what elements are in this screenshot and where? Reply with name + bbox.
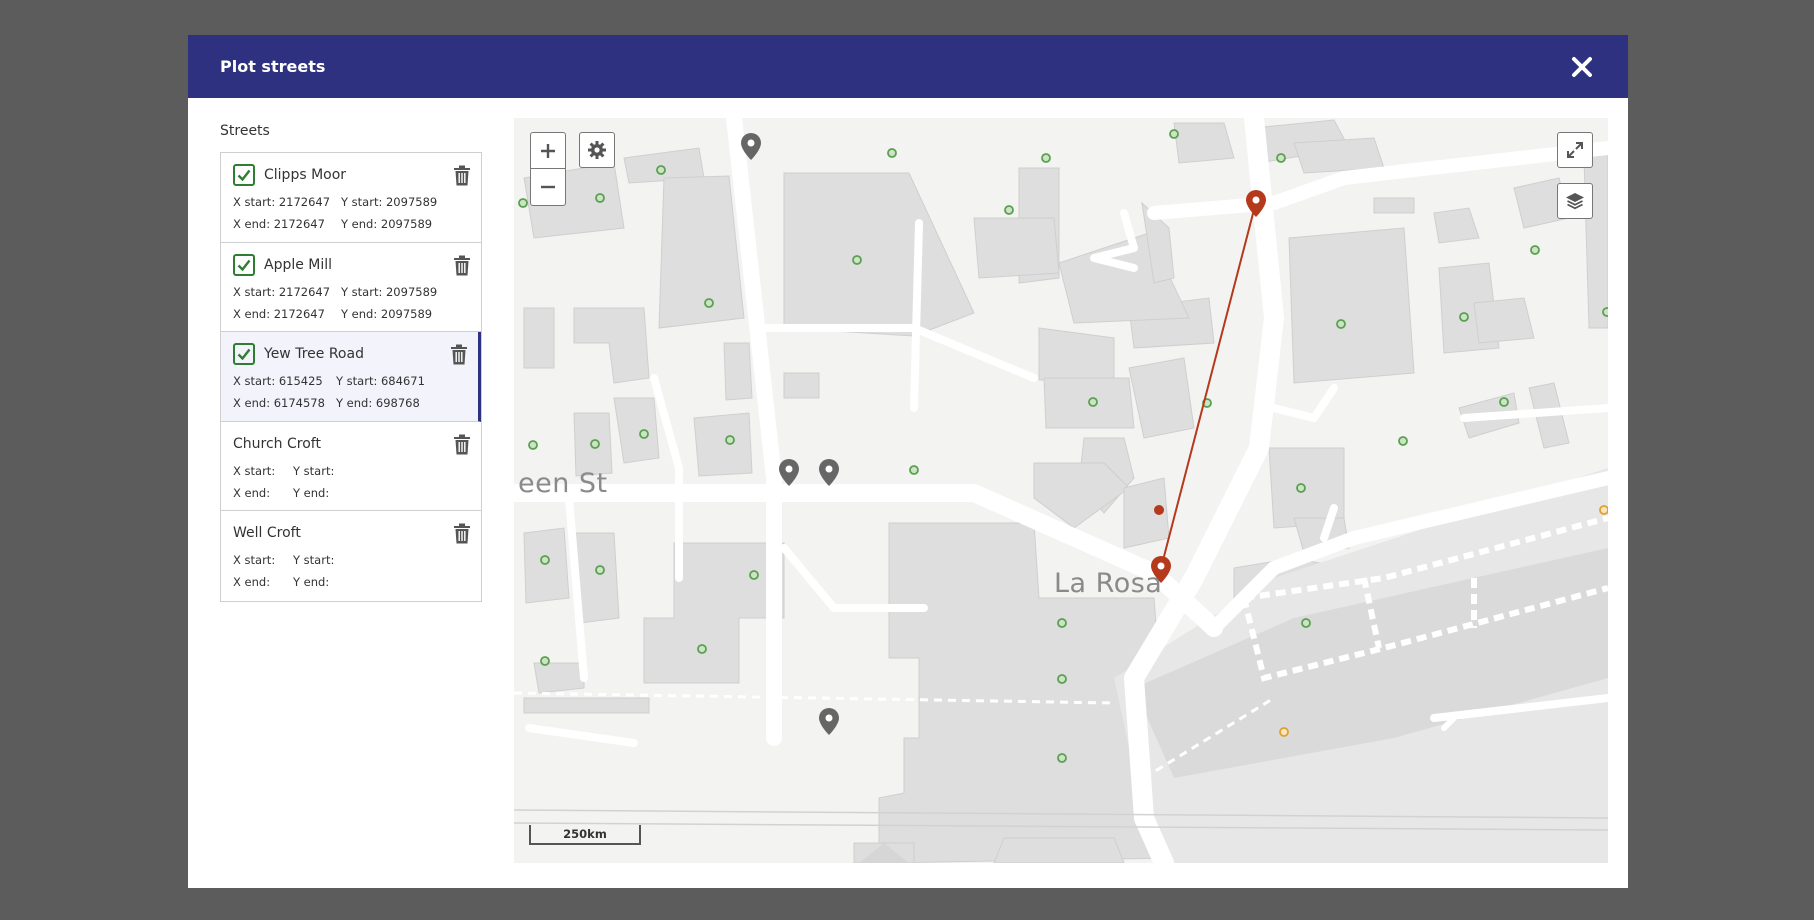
street-name: Well Croft: [233, 525, 301, 541]
y-end-label: Y end: 2097589: [341, 306, 433, 321]
trash-icon[interactable]: [453, 255, 471, 276]
x-start-label: X start: 2172647: [233, 284, 331, 299]
street-item-church-croft[interactable]: Church Croft X start: Y start: X end: Y en…: [221, 421, 481, 511]
x-start-label: X start:: [233, 463, 276, 478]
x-end-label: X end: 2172647: [233, 217, 325, 231]
layers-button[interactable]: [1557, 183, 1593, 219]
plot-streets-modal: Plot streets Streets Clipps Moor X start…: [188, 35, 1628, 888]
street-list: Clipps Moor X start: 2172647 Y start: 209…: [220, 152, 482, 602]
zoom-in-button[interactable]: [531, 133, 565, 169]
street-name: Apple Mill: [264, 256, 333, 273]
y-start-label: Y start:: [293, 553, 335, 567]
close-icon[interactable]: [1568, 53, 1596, 81]
x-end-label: X end: 2172647: [233, 306, 325, 321]
y-end-label: Y end:: [293, 485, 330, 500]
street-item-well-croft[interactable]: Well Croft X start: Y start: X end: Y end:: [221, 511, 481, 601]
street-item-apple-mill[interactable]: Apple Mill X start: 2172647 Y start: 2097…: [221, 242, 481, 332]
streets-heading: Streets: [220, 123, 270, 139]
x-start-label: X start:: [233, 553, 276, 567]
trash-icon[interactable]: [450, 344, 468, 365]
map-canvas[interactable]: een St La Rosa 250km: [514, 118, 1608, 863]
y-start-label: Y start: 2097589: [341, 195, 438, 209]
y-end-label: Y end:: [293, 575, 330, 589]
trash-icon[interactable]: [453, 434, 471, 455]
minus-icon: [541, 185, 555, 189]
check-icon: [237, 259, 251, 271]
modal-header: Plot streets: [188, 35, 1628, 98]
y-end-label: Y end: 2097589: [341, 217, 433, 231]
gear-icon: [588, 141, 606, 159]
street-item-clipps-moor[interactable]: Clipps Moor X start: 2172647 Y start: 209…: [221, 153, 481, 243]
check-icon: [237, 348, 251, 361]
street-name: Yew Tree Road: [264, 346, 364, 362]
trash-icon[interactable]: [453, 523, 471, 544]
scale-bar: 250km: [529, 825, 641, 845]
settings-button[interactable]: [579, 132, 615, 168]
check-icon: [237, 169, 251, 182]
trash-icon[interactable]: [453, 165, 471, 186]
map-tiles: [514, 118, 1608, 863]
street-label: een St: [518, 468, 608, 499]
x-start-label: X start: 615425: [233, 374, 323, 388]
x-end-label: X end:: [233, 485, 271, 500]
street-checkbox[interactable]: [233, 253, 255, 276]
y-start-label: Y start: 2097589: [341, 284, 438, 299]
y-start-label: Y start: 684671: [336, 374, 425, 388]
y-end-label: Y end: 698768: [336, 396, 420, 410]
y-start-label: Y start:: [293, 463, 335, 478]
x-end-label: X end: 6174578: [233, 396, 325, 410]
expand-icon: [1567, 142, 1583, 158]
place-label: La Rosa: [1054, 568, 1163, 599]
zoom-controls: [530, 132, 566, 206]
x-start-label: X start: 2172647: [233, 195, 331, 209]
modal-title: Plot streets: [220, 57, 326, 76]
street-checkbox[interactable]: [233, 164, 255, 186]
layers-icon: [1566, 193, 1584, 210]
street-name: Clipps Moor: [264, 167, 347, 183]
plus-icon: [541, 143, 555, 158]
x-end-label: X end:: [233, 575, 271, 589]
street-name: Church Croft: [233, 435, 321, 452]
street-checkbox[interactable]: [233, 343, 255, 365]
zoom-out-button[interactable]: [531, 169, 565, 205]
street-item-yew-tree-road[interactable]: Yew Tree Road X start: 615425 Y start: 68…: [221, 332, 481, 422]
fullscreen-button[interactable]: [1557, 132, 1593, 168]
